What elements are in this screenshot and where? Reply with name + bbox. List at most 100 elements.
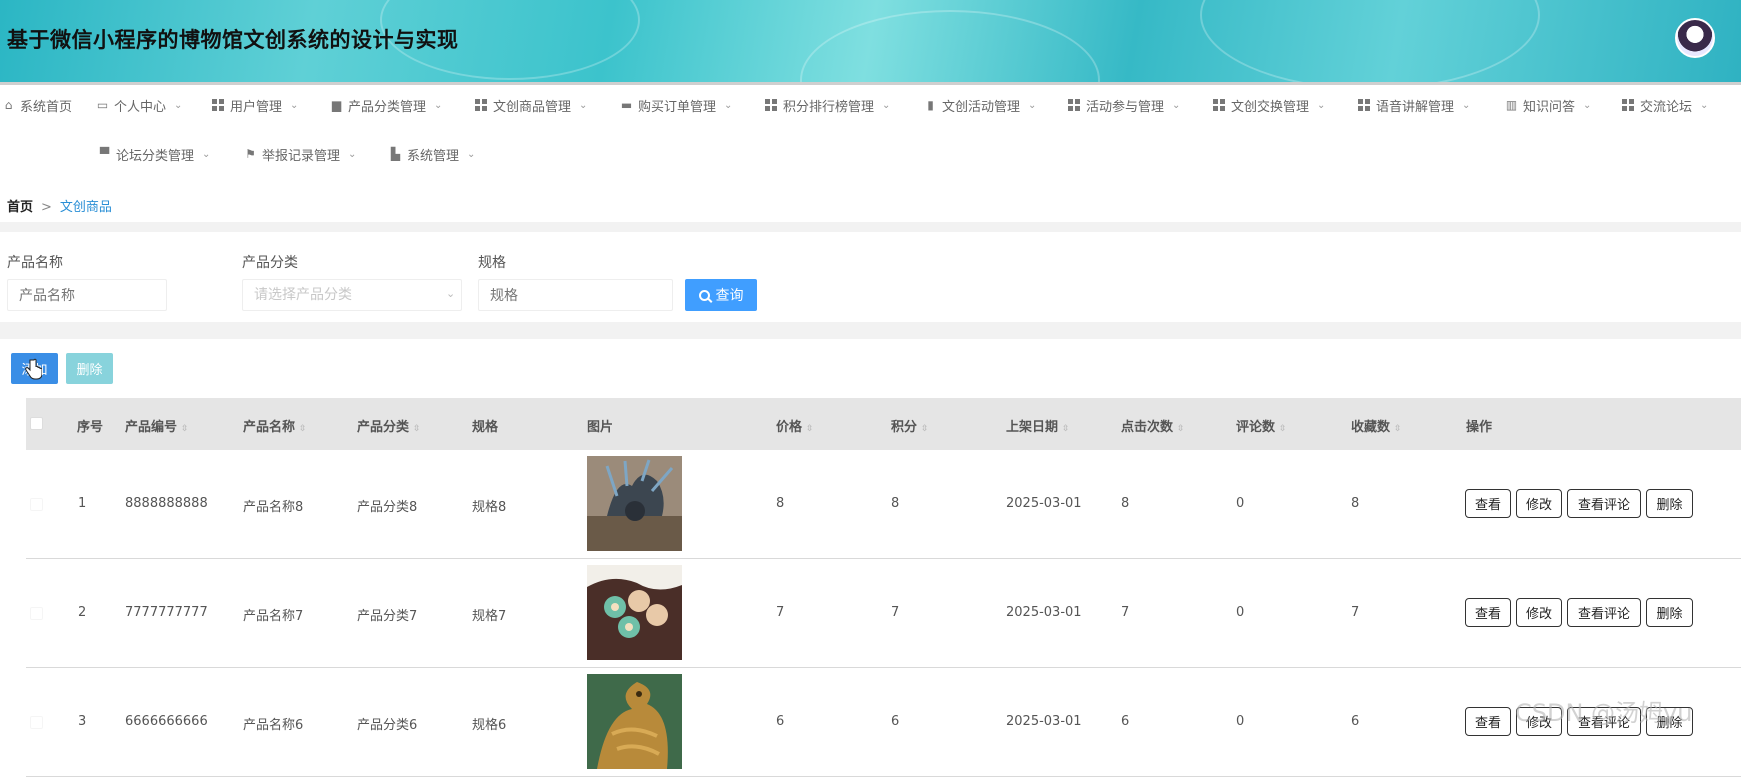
nav-item-order-management[interactable]: ▬ 购买订单管理 ⌄ — [620, 92, 733, 118]
column-header-label: 产品分类 — [357, 420, 410, 435]
search-icon — [698, 289, 710, 301]
select-all-checkbox[interactable] — [30, 417, 43, 430]
nav-item-audio-guide[interactable]: 语音讲解管理 ⌄ — [1358, 92, 1470, 118]
product-name-input[interactable] — [7, 279, 167, 311]
nav-item-label: 用户管理 — [230, 99, 283, 115]
header-divider — [0, 82, 1741, 85]
sort-icon: ⇳ — [1279, 424, 1287, 434]
cell-index: 1 — [78, 496, 87, 511]
cell-date: 2025-03-01 — [1006, 714, 1082, 729]
table-row: 3 6666666666 产品名称6 产品分类6 规格6 6 6 2025-03… — [26, 668, 1741, 777]
header-ripple — [1200, 0, 1540, 82]
cell-category: 产品分类6 — [357, 718, 418, 733]
chevron-down-icon: ⌄ — [348, 148, 357, 160]
nav-item-personal-center[interactable]: ▭ 个人中心 ⌄ — [96, 92, 183, 118]
view-comments-button[interactable]: 查看评论 — [1567, 598, 1641, 627]
view-button[interactable]: 查看 — [1465, 598, 1511, 627]
column-header-index: 序号 — [77, 420, 104, 435]
nav-item-points-ranking[interactable]: 积分排行榜管理 ⌄ — [765, 92, 890, 118]
nav-item-activity-management[interactable]: ▮ 文创活动管理 ⌄ — [924, 92, 1036, 118]
product-image[interactable] — [587, 674, 682, 769]
nav-item-label: 积分排行榜管理 — [783, 99, 875, 115]
chevron-down-icon: ⌄ — [1028, 99, 1037, 111]
nav-item-label: 购买订单管理 — [638, 99, 717, 115]
view-button[interactable]: 查看 — [1465, 489, 1511, 518]
column-header-comments[interactable]: 评论数 ⇳ — [1236, 416, 1287, 435]
nav-item-knowledge-qa[interactable]: ▥ 知识问答 ⌄ — [1505, 92, 1592, 118]
nav-item-system-management[interactable]: ▙ 系统管理 ⌄ — [389, 141, 476, 167]
cell-spec: 规格8 — [472, 500, 507, 515]
query-button[interactable]: 查询 — [685, 279, 757, 311]
view-comments-button[interactable]: 查看评论 — [1567, 489, 1641, 518]
header-ripple — [800, 10, 1100, 82]
breadcrumb-home[interactable]: 首页 — [7, 200, 33, 215]
nav-item-category-management[interactable]: ▆ 产品分类管理 ⌄ — [330, 92, 443, 118]
nav-item-participation-management[interactable]: 活动参与管理 ⌄ — [1068, 92, 1180, 118]
cell-name: 产品名称7 — [243, 609, 304, 624]
apps-icon — [1213, 99, 1225, 111]
row-checkbox[interactable] — [30, 607, 43, 620]
column-header-label: 产品编号 — [125, 420, 178, 435]
app-header: 基于微信小程序的博物馆文创系统的设计与实现 — [0, 0, 1741, 82]
column-header-category[interactable]: 产品分类 ⇳ — [357, 416, 421, 435]
nav-item-label: 系统管理 — [407, 148, 460, 164]
grid-icon — [1358, 99, 1370, 111]
row-checkbox[interactable] — [30, 716, 43, 729]
chevron-down-icon: ⌄ — [1462, 99, 1471, 111]
product-category-select[interactable]: 请选择产品分类 — [242, 279, 462, 311]
product-image[interactable] — [587, 565, 682, 660]
column-header-price[interactable]: 价格 ⇳ — [776, 416, 814, 435]
delete-button[interactable]: 删除 — [1646, 598, 1693, 627]
cell-points: 6 — [891, 714, 900, 729]
section-divider — [0, 222, 1741, 232]
edit-button[interactable]: 修改 — [1516, 598, 1562, 627]
section-divider — [0, 322, 1741, 339]
column-header-ops: 操作 — [1466, 420, 1493, 435]
cell-code: 8888888888 — [125, 496, 208, 511]
view-button[interactable]: 查看 — [1465, 707, 1511, 736]
nav-item-label: 文创活动管理 — [942, 99, 1021, 115]
briefcase-icon: ▬ — [620, 97, 633, 112]
delete-button[interactable]: 删除 — [1646, 489, 1693, 518]
column-header-favorites[interactable]: 收藏数 ⇳ — [1351, 416, 1402, 435]
hand-cursor-icon — [25, 358, 42, 380]
nav-item-forum[interactable]: 交流论坛 ⌄ — [1622, 92, 1708, 118]
app-title: 基于微信小程序的博物馆文创系统的设计与实现 — [7, 28, 459, 52]
column-header-label: 点击次数 — [1121, 420, 1174, 435]
column-header-points[interactable]: 积分 ⇳ — [891, 416, 929, 435]
chevron-down-icon: ⌄ — [290, 99, 299, 111]
column-header-name[interactable]: 产品名称 ⇳ — [243, 416, 307, 435]
edit-button[interactable]: 修改 — [1516, 489, 1562, 518]
table-header: 序号 产品编号 ⇳ 产品名称 ⇳ 产品分类 ⇳ 规格 图片 价格 ⇳ 积分 ⇳ 上架日期 ⇳… — [26, 398, 1741, 450]
column-header-clicks[interactable]: 点击次数 ⇳ — [1121, 416, 1185, 435]
nav-item-goods-management[interactable]: 文创商品管理 ⌄ — [475, 92, 587, 118]
cell-name: 产品名称8 — [243, 500, 304, 515]
monitor-icon: ▀ — [99, 146, 110, 161]
column-header-label: 收藏数 — [1351, 420, 1391, 435]
bulk-delete-button[interactable]: 删除 — [66, 353, 113, 384]
nav-item-label: 论坛分类管理 — [116, 148, 195, 164]
column-header-code[interactable]: 产品编号 ⇳ — [125, 416, 189, 435]
cell-points: 7 — [891, 605, 900, 620]
nav-item-report-records[interactable]: ⚑ 举报记录管理 ⌄ — [244, 141, 356, 167]
chart-icon: ▥ — [1505, 97, 1518, 112]
nav-item-home[interactable]: ⌂ 系统首页 — [2, 92, 72, 118]
nav-item-user-management[interactable]: 用户管理 ⌄ — [212, 92, 298, 118]
column-header-date[interactable]: 上架日期 ⇳ — [1006, 416, 1070, 435]
cell-price: 8 — [776, 496, 785, 511]
cell-comments: 0 — [1236, 605, 1245, 620]
product-image[interactable] — [587, 456, 682, 551]
cell-clicks: 8 — [1121, 496, 1130, 511]
sort-icon: ⇳ — [921, 424, 929, 434]
cell-category: 产品分类7 — [357, 609, 418, 624]
nav-item-exchange-management[interactable]: 文创交换管理 ⌄ — [1213, 92, 1325, 118]
nav-item-forum-category[interactable]: ▀ 论坛分类管理 ⌄ — [98, 141, 211, 167]
avatar[interactable] — [1675, 18, 1715, 58]
column-header-label: 积分 — [891, 420, 918, 435]
column-header-label: 产品名称 — [243, 420, 296, 435]
nav-item-label: 知识问答 — [1523, 99, 1576, 115]
spec-input[interactable] — [478, 279, 673, 311]
row-checkbox[interactable] — [30, 498, 43, 511]
card-icon: ▭ — [96, 97, 109, 112]
cell-clicks: 6 — [1121, 714, 1130, 729]
